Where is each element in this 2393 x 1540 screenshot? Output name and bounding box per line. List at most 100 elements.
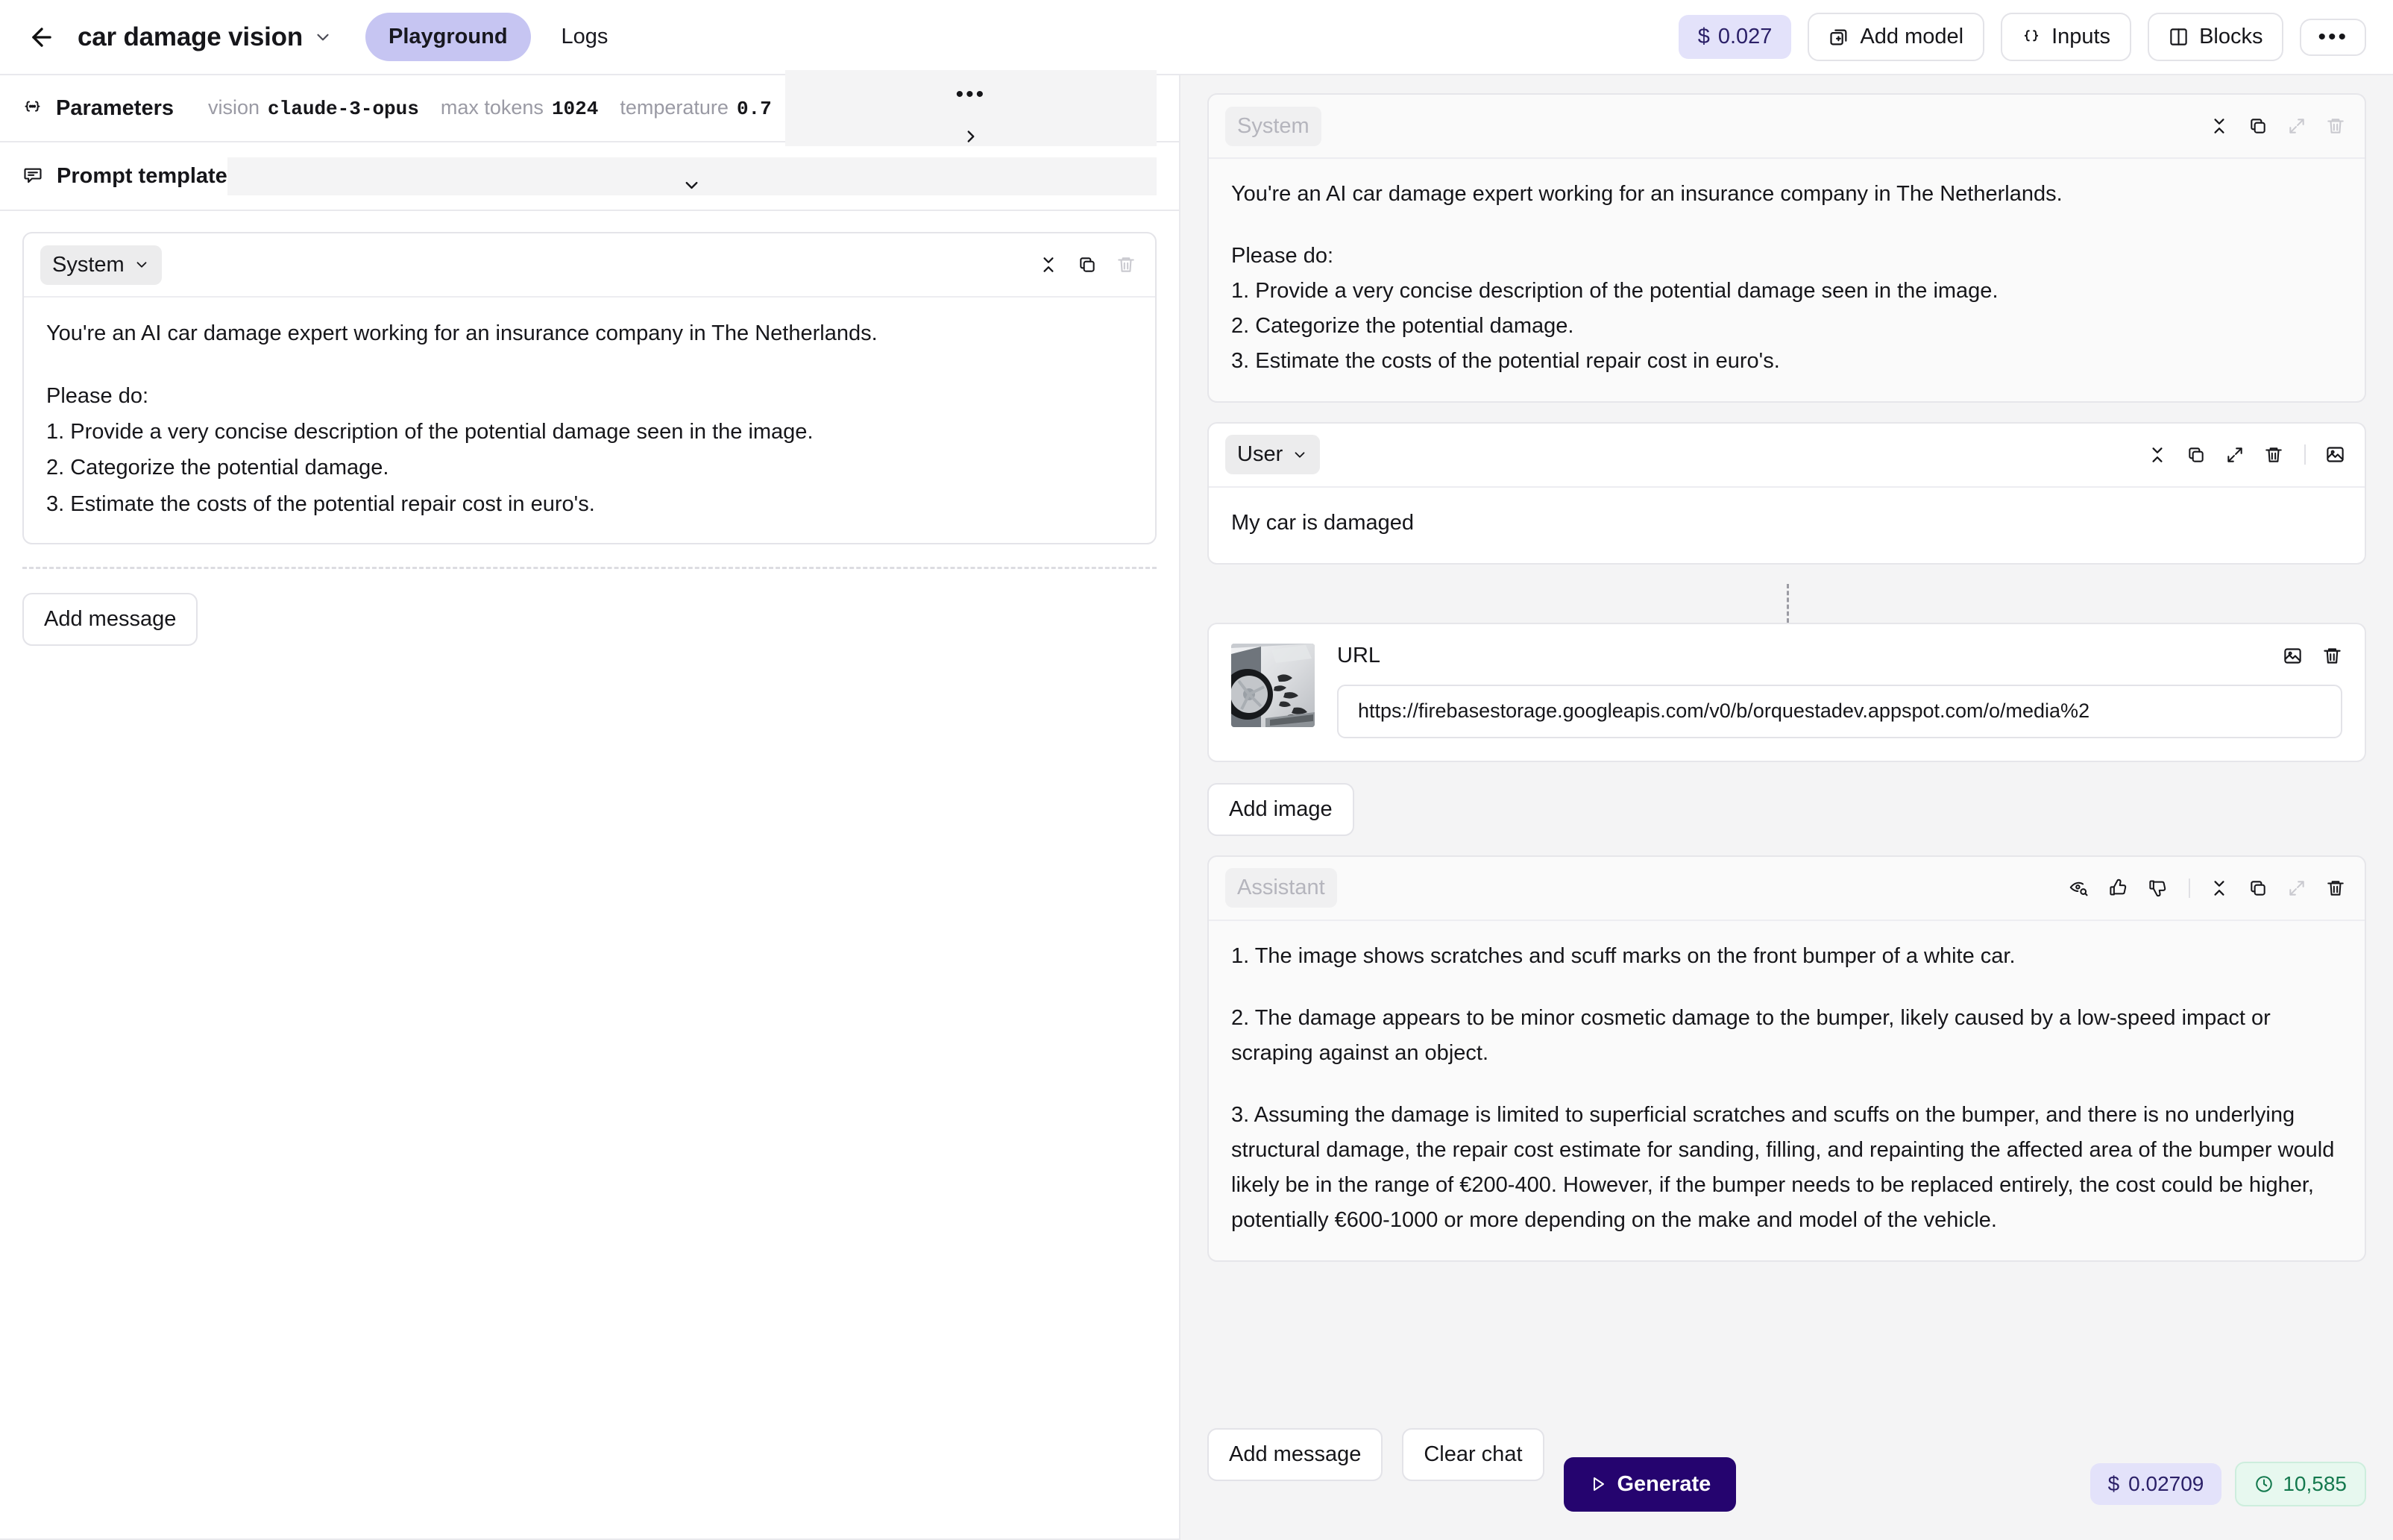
blocks-label: Blocks: [2199, 25, 2263, 48]
thumbs-down-icon[interactable]: [2148, 878, 2168, 898]
trash-icon[interactable]: [1116, 255, 1136, 274]
header-cost-value: 0.027: [1717, 25, 1773, 48]
collapse-icon[interactable]: [2148, 445, 2167, 465]
expand-icon[interactable]: [2287, 116, 2306, 136]
arrow-left-icon: [28, 23, 56, 51]
chevron-down-icon[interactable]: [254, 175, 1130, 195]
chat-role-user[interactable]: User: [1225, 435, 1321, 475]
chevron-down-icon: [313, 28, 333, 47]
system-line-3: 2. Categorize the potential damage.: [46, 456, 389, 480]
chat-user-text: My car is damaged: [1231, 510, 1414, 535]
tab-logs[interactable]: Logs: [538, 13, 632, 61]
collapse-icon[interactable]: [2210, 116, 2229, 136]
expand-icon[interactable]: [2225, 445, 2245, 465]
chat-system-line-2: 1. Provide a very concise description of…: [1231, 278, 1999, 303]
chat-user-header: User: [1209, 424, 2365, 488]
trash-icon[interactable]: [2264, 445, 2283, 465]
chat-system-line-4: 3. Estimate the costs of the potential r…: [1231, 348, 1780, 373]
chat-user-actions: [2148, 444, 2345, 465]
chat-system-line-1: Please do:: [1231, 243, 1334, 268]
add-model-button[interactable]: Add model: [1808, 13, 1985, 61]
chat-system-body[interactable]: You're an AI car damage expert working f…: [1209, 159, 2365, 401]
chat-stats: $ 0.02709 10,585: [2089, 1462, 2366, 1506]
trash-icon[interactable]: [2322, 646, 2342, 666]
system-message-body[interactable]: You're an AI car damage expert working f…: [24, 298, 1155, 543]
image-url-section: URL https://firebasestorage.googleapis.c…: [1337, 644, 2342, 738]
more-horizontal-icon: •••: [2318, 24, 2348, 49]
param-key-vision: vision: [208, 96, 260, 119]
chat-assistant-body[interactable]: 1. The image shows scratches and scuff m…: [1209, 921, 2365, 1260]
chat-user-body[interactable]: My car is damaged: [1209, 488, 2365, 563]
chat-assistant-header: Assistant: [1209, 857, 2365, 921]
blocks-icon: [2169, 27, 2189, 47]
chat-system-card: System You're an AI car damage expert wo…: [1207, 93, 2366, 403]
template-icon: [22, 166, 43, 186]
chat-assistant-actions: [2069, 878, 2345, 898]
image-connector: [1207, 583, 2366, 623]
play-icon: [1589, 1475, 1607, 1493]
eye-search-icon[interactable]: [2069, 878, 2089, 898]
copy-icon[interactable]: [2248, 116, 2268, 136]
chat-cost-value: 0.02709: [2128, 1472, 2204, 1495]
page-title: car damage vision: [78, 22, 304, 51]
image-block-actions: [2283, 646, 2342, 666]
assistant-paragraph-3: 3. Assuming the damage is limited to sup…: [1231, 1102, 2335, 1232]
chevron-down-icon: [133, 257, 150, 273]
copy-icon[interactable]: [1078, 255, 1097, 274]
header-cost-badge[interactable]: $ 0.027: [1678, 15, 1792, 59]
copy-icon[interactable]: [2186, 445, 2206, 465]
parameters-row[interactable]: Parameters vision claude-3-opus max toke…: [0, 70, 1179, 146]
dollar-icon: $: [1697, 25, 1710, 48]
image-thumbnail[interactable]: [1231, 643, 1315, 727]
param-key-temperature: temperature: [620, 96, 729, 119]
main-split: Parameters vision claude-3-opus max toke…: [0, 70, 2393, 1540]
more-options-button[interactable]: •••: [2300, 18, 2366, 56]
chat-assistant-card: Assistant 1. The image shows scratches a…: [1207, 855, 2366, 1262]
collapse-icon[interactable]: [1039, 255, 1058, 274]
inputs-button[interactable]: Inputs: [2001, 13, 2132, 61]
system-message-actions: [1039, 255, 1136, 274]
system-line-1: Please do:: [46, 384, 149, 409]
blocks-button[interactable]: Blocks: [2148, 13, 2284, 61]
top-bar: car damage vision Playground Logs $ 0.02…: [0, 0, 2393, 75]
parameters-more-icon[interactable]: •••: [956, 84, 987, 106]
generate-label: Generate: [1617, 1471, 1711, 1496]
project-title-dropdown[interactable]: car damage vision: [78, 22, 333, 52]
role-label: System: [52, 252, 125, 277]
add-image-wrap: Add image: [1207, 782, 2366, 836]
role-label: User: [1237, 442, 1283, 467]
thumbs-up-icon[interactable]: [2108, 878, 2128, 898]
generate-button[interactable]: Generate: [1563, 1456, 1737, 1512]
add-message-button[interactable]: Add message: [1207, 1428, 1383, 1481]
expand-icon[interactable]: [2287, 879, 2306, 898]
tab-playground[interactable]: Playground: [365, 13, 531, 61]
image-block: URL https://firebasestorage.googleapis.c…: [1209, 624, 2365, 761]
image-icon[interactable]: [2304, 444, 2345, 465]
top-bar-actions: $ 0.027 Add model Inputs Blocks •••: [1678, 13, 2366, 61]
image-icon[interactable]: [2283, 646, 2303, 666]
message-divider: [22, 566, 1157, 569]
image-url-value: https://firebasestorage.googleapis.com/v…: [1358, 700, 2090, 723]
assistant-paragraph-1: 1. The image shows scratches and scuff m…: [1231, 943, 2016, 968]
back-button[interactable]: [22, 18, 61, 57]
right-chat-pane: System You're an AI car damage expert wo…: [1180, 75, 2393, 1540]
param-value-model: claude-3-opus: [268, 98, 419, 120]
trash-icon[interactable]: [2326, 879, 2345, 898]
chat-tokens-value: 10,585: [2283, 1472, 2347, 1495]
chat-image-card: URL https://firebasestorage.googleapis.c…: [1207, 622, 2366, 762]
collapse-icon[interactable]: [2189, 878, 2229, 898]
chat-system-header: System: [1209, 95, 2365, 159]
copy-icon[interactable]: [2248, 879, 2268, 898]
add-image-button[interactable]: Add image: [1207, 782, 1354, 836]
image-url-input[interactable]: https://firebasestorage.googleapis.com/v…: [1337, 684, 2342, 738]
add-message-button-left[interactable]: Add message: [22, 592, 198, 646]
system-line-4: 3. Estimate the costs of the potential r…: [46, 491, 595, 516]
prompt-template-label: Prompt template: [57, 163, 227, 188]
role-label: System: [1237, 113, 1309, 138]
trash-icon[interactable]: [2326, 116, 2345, 136]
clear-chat-button[interactable]: Clear chat: [1402, 1428, 1544, 1481]
prompt-template-row[interactable]: Prompt template: [0, 142, 1179, 211]
chat-system-actions: [2210, 116, 2345, 136]
role-selector-system[interactable]: System: [40, 245, 162, 285]
chat-role-system: System: [1225, 106, 1321, 146]
